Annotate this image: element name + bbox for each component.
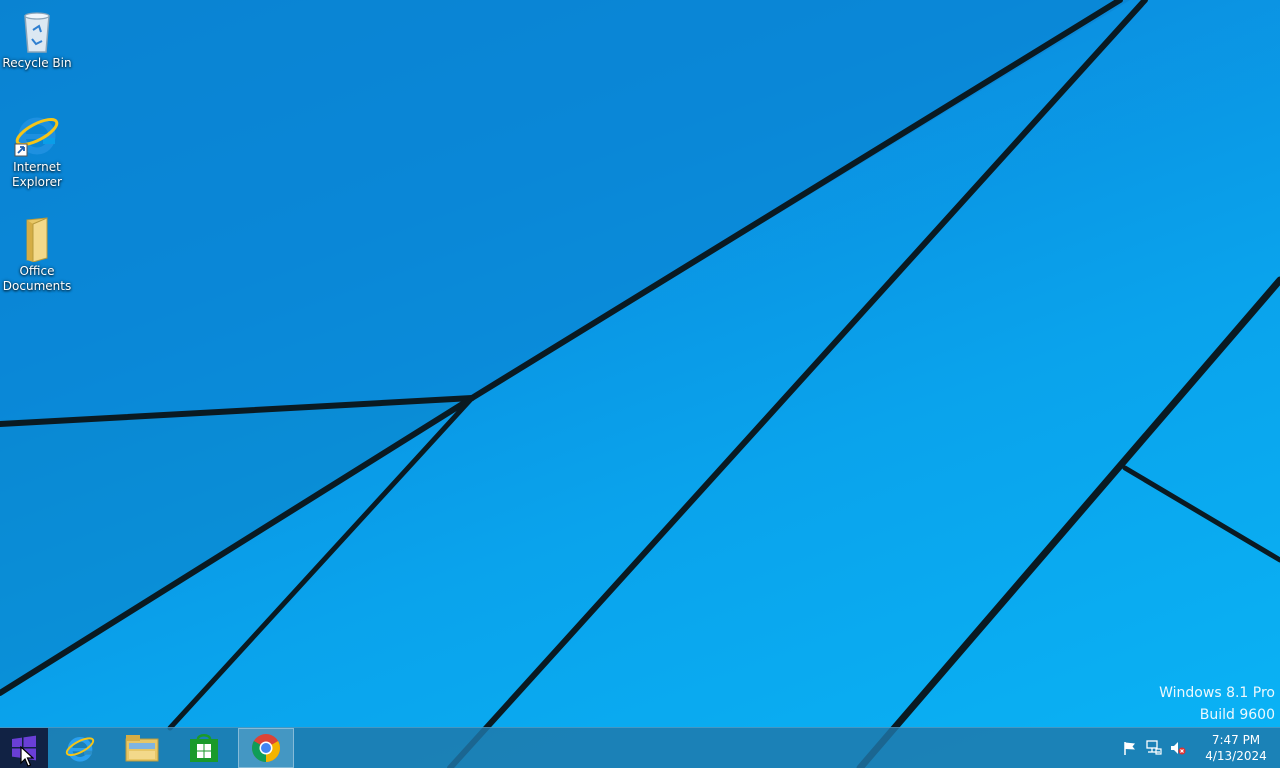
desktop[interactable]: Recycle Bin Internet Explorer Office Doc… [0, 0, 1280, 768]
action-center-flag-icon[interactable] [1122, 740, 1138, 756]
internet-explorer-icon [14, 117, 59, 157]
taskbar[interactable]: 7:47 PM 4/13/2024 [0, 727, 1280, 768]
windows-version-watermark: Windows 8.1 Pro Build 9600 [1159, 682, 1275, 726]
folder-icon [26, 217, 48, 262]
clock[interactable]: 7:47 PM 4/13/2024 [1200, 732, 1272, 764]
desktop-icon-label: Office Documents [2, 264, 72, 293]
volume-muted-icon[interactable] [1170, 740, 1186, 756]
desktop-icon-label: Recycle Bin [2, 56, 72, 70]
internet-explorer-icon [65, 737, 95, 762]
chrome-icon [252, 734, 280, 762]
taskbar-file-explorer[interactable] [114, 728, 170, 768]
taskbar-internet-explorer[interactable] [52, 728, 108, 768]
watermark-edition: Windows 8.1 Pro [1159, 685, 1275, 701]
network-icon[interactable] [1146, 740, 1162, 756]
desktop-icon-label: Internet Explorer [12, 160, 62, 189]
watermark-build: Build 9600 [1199, 707, 1275, 723]
system-tray: 7:47 PM 4/13/2024 [1120, 728, 1280, 768]
wallpaper [0, 0, 1280, 768]
desktop-icon-internet-explorer[interactable]: Internet Explorer [0, 110, 74, 190]
taskbar-google-chrome[interactable] [238, 728, 294, 768]
file-explorer-icon [125, 735, 159, 762]
mouse-cursor-icon [20, 746, 34, 767]
clock-date: 4/13/2024 [1205, 749, 1267, 763]
taskbar-store[interactable] [176, 728, 232, 768]
desktop-icon-office-documents[interactable]: Office Documents [0, 214, 74, 294]
store-icon [190, 734, 218, 762]
clock-time: 7:47 PM [1211, 733, 1261, 747]
recycle-bin-icon [24, 12, 50, 53]
desktop-icon-recycle-bin[interactable]: Recycle Bin [0, 6, 74, 71]
